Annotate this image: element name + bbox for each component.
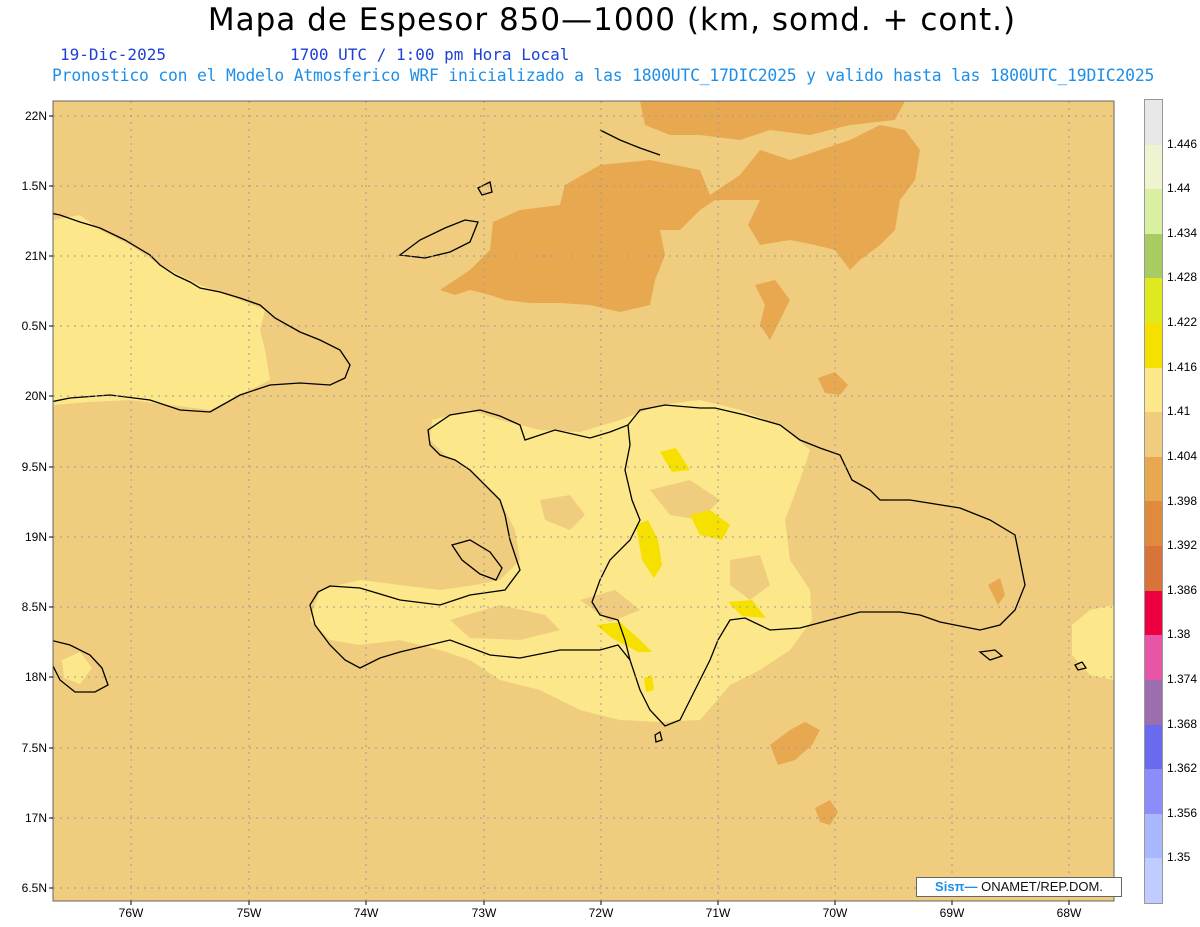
legend-value: 1.362 bbox=[1167, 761, 1198, 776]
legend-swatch bbox=[1145, 412, 1162, 457]
longitude-labels: 76W 75W 74W 73W 72W 71W 70W 69W 68W bbox=[119, 901, 1082, 920]
longitude-label: 76W bbox=[119, 906, 144, 920]
legend-value: 1.434 bbox=[1167, 225, 1198, 240]
latitude-label: 17N bbox=[25, 811, 47, 825]
longitude-label: 74W bbox=[354, 906, 379, 920]
legend-swatch bbox=[1145, 367, 1162, 413]
legend-swatch bbox=[1145, 858, 1162, 903]
latitude-label: 8.5N bbox=[22, 600, 47, 614]
longitude-label: 73W bbox=[472, 906, 497, 920]
color-legend bbox=[1144, 99, 1163, 904]
legend-value: 1.422 bbox=[1167, 315, 1198, 330]
longitude-label: 68W bbox=[1057, 906, 1082, 920]
credit-box: Sisπ— ONAMET/REP.DOM. bbox=[916, 877, 1122, 897]
legend-value: 1.44 bbox=[1167, 181, 1191, 196]
legend-swatch bbox=[1145, 590, 1162, 636]
legend-value: 1.35 bbox=[1167, 850, 1191, 865]
legend-value: 1.404 bbox=[1167, 448, 1198, 463]
credit-brand: Sisπ— bbox=[935, 879, 978, 894]
longitude-label: 70W bbox=[823, 906, 848, 920]
legend-swatch bbox=[1145, 679, 1162, 725]
latitude-label: 22N bbox=[25, 109, 47, 123]
legend-value: 1.392 bbox=[1167, 538, 1198, 553]
longitude-label: 69W bbox=[940, 906, 965, 920]
credit-org: ONAMET/REP.DOM. bbox=[977, 879, 1103, 894]
legend-value: 1.398 bbox=[1167, 493, 1198, 508]
legend-swatch bbox=[1145, 456, 1162, 502]
latitude-label: 19N bbox=[25, 530, 47, 544]
legend-value: 1.38 bbox=[1167, 627, 1191, 642]
legend-swatch bbox=[1145, 323, 1162, 368]
latitude-label: 7.5N bbox=[22, 741, 47, 755]
legend-value: 1.416 bbox=[1167, 359, 1198, 374]
legend-value: 1.41 bbox=[1167, 404, 1191, 419]
legend-swatch bbox=[1145, 813, 1162, 859]
longitude-label: 75W bbox=[237, 906, 262, 920]
legend-swatch bbox=[1145, 189, 1162, 234]
legend-swatch bbox=[1145, 100, 1162, 145]
latitude-label: 9.5N bbox=[22, 460, 47, 474]
legend-value: 1.368 bbox=[1167, 716, 1198, 731]
latitude-label: 18N bbox=[25, 670, 47, 684]
legend-value: 1.374 bbox=[1167, 671, 1198, 686]
legend-value: 1.446 bbox=[1167, 136, 1198, 151]
legend-swatch bbox=[1145, 546, 1162, 591]
legend-value: 1.356 bbox=[1167, 805, 1198, 820]
latitude-label: 21N bbox=[25, 249, 47, 263]
latitude-label: 1.5N bbox=[22, 179, 47, 193]
longitude-label: 72W bbox=[589, 906, 614, 920]
legend-value: 1.386 bbox=[1167, 582, 1198, 597]
legend-swatch bbox=[1145, 144, 1162, 190]
legend-swatch bbox=[1145, 724, 1162, 770]
legend-swatch bbox=[1145, 278, 1162, 324]
legend-swatch bbox=[1145, 501, 1162, 547]
legend-swatch bbox=[1145, 769, 1162, 814]
thickness-map: 22N 1.5N 21N 0.5N 20N 9.5N 19N 8.5N 18N 7.5N 17N 6.… bbox=[22, 100, 1115, 920]
legend-swatch bbox=[1145, 233, 1162, 279]
latitude-label: 20N bbox=[25, 389, 47, 403]
latitude-label: 0.5N bbox=[22, 319, 47, 333]
longitude-label: 71W bbox=[706, 906, 731, 920]
legend-value: 1.428 bbox=[1167, 270, 1198, 285]
latitude-labels: 22N 1.5N 21N 0.5N 20N 9.5N 19N 8.5N 18N 7.5N 17N 6.… bbox=[22, 109, 53, 895]
latitude-label: 6.5N bbox=[22, 881, 47, 895]
legend-swatch bbox=[1145, 635, 1162, 680]
